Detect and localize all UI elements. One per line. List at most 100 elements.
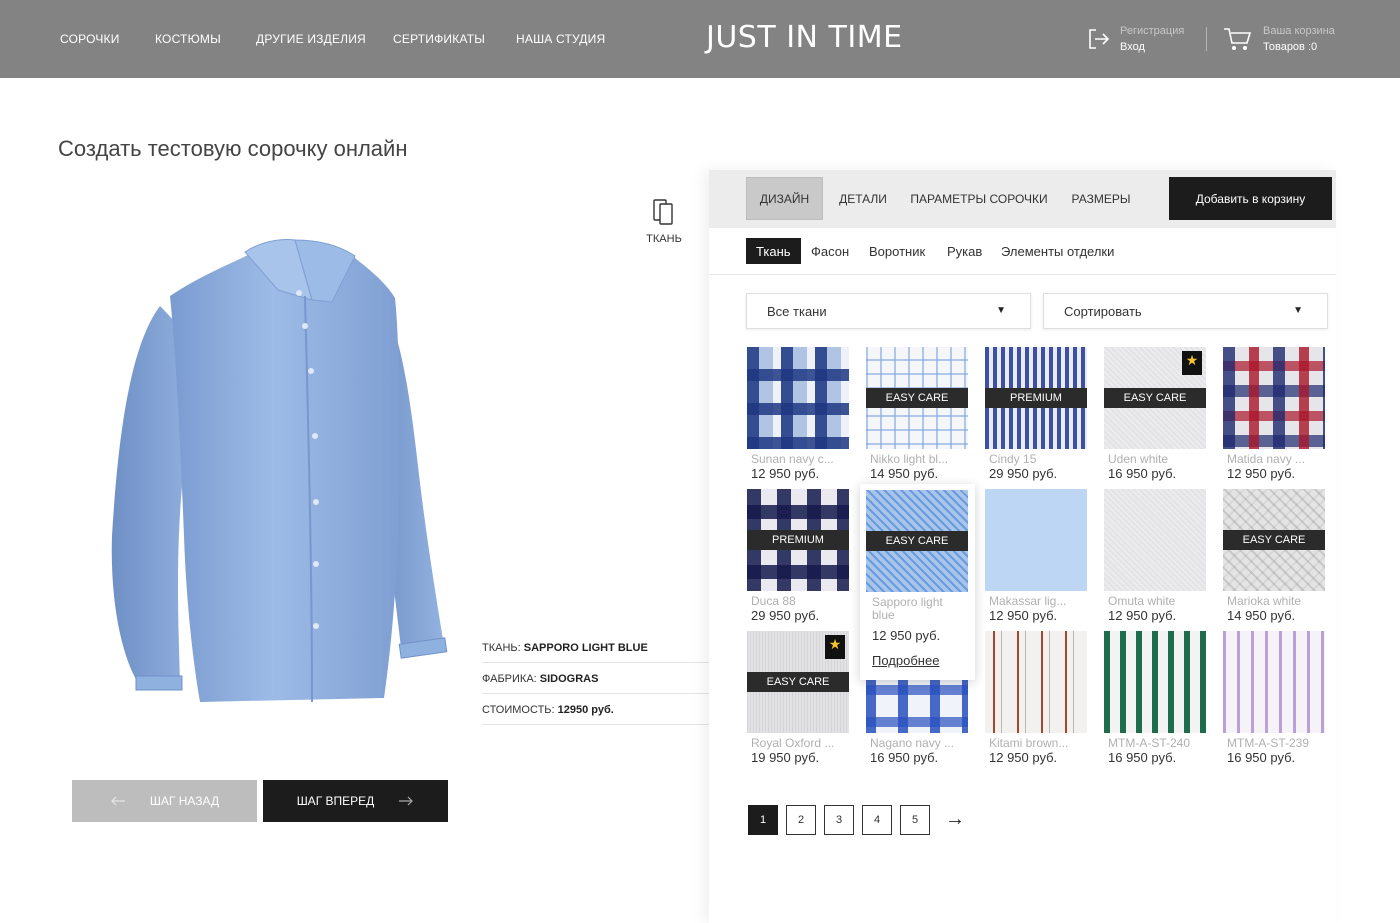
fabric-price: 16 950 руб. (1227, 750, 1296, 765)
nav-suits[interactable]: КОСТЮМЫ (155, 32, 221, 46)
fabric-swatch[interactable] (985, 489, 1087, 591)
shirt-preview (100, 236, 460, 716)
fabric-swatch[interactable]: EASY CARE ★ (1104, 347, 1206, 449)
fabric-tile[interactable]: MTM-A-ST-239 16 950 руб. (1223, 631, 1325, 767)
fabric-price: 16 950 руб. (1108, 466, 1177, 481)
fabric-swatch[interactable]: PREMIUM (747, 489, 849, 591)
tabs-bar: ДИЗАЙН ДЕТАЛИ ПАРАМЕТРЫ СОРОЧКИ РАЗМЕРЫ … (709, 170, 1336, 228)
fabric-tile[interactable]: Kitami brown... 12 950 руб. (985, 631, 1087, 767)
fabric-swatch[interactable] (1223, 347, 1325, 449)
info-factory-label: ФАБРИКА: (482, 673, 540, 685)
fabric-tile[interactable]: EASY CARE ★ Uden white 16 950 руб. (1104, 347, 1206, 483)
subtab-collar[interactable]: Воротник (869, 238, 925, 264)
fabric-price: 12 950 руб. (1108, 608, 1177, 623)
fabric-price: 29 950 руб. (989, 466, 1058, 481)
sort-value: Сортировать (1064, 303, 1142, 319)
fabric-tile[interactable]: Sunan navy c... 12 950 руб. (747, 347, 849, 483)
fabric-badge: PREMIUM (747, 530, 849, 550)
fabric-tile[interactable]: PREMIUM Duca 88 29 950 руб. (747, 489, 849, 625)
cart-link[interactable]: Ваша корзина (1263, 25, 1335, 37)
subtabs-divider (709, 274, 1336, 275)
fabric-swatch[interactable]: EASY CARE (866, 347, 968, 449)
tab-shirt-parameters[interactable]: ПАРАМЕТРЫ СОРОЧКИ (909, 177, 1049, 220)
page-1-button[interactable]: 1 (748, 805, 778, 835)
fabric-tile[interactable]: EASY CARE Nikko light bl... 14 950 руб. (866, 347, 968, 483)
nav-our-studio[interactable]: НАША СТУДИЯ (516, 32, 605, 46)
fabric-tile[interactable]: PREMIUM Cindy 15 29 950 руб. (985, 347, 1087, 483)
fabric-price: 29 950 руб. (751, 608, 820, 623)
page-3-button[interactable]: 3 (824, 805, 854, 835)
fabric-badge: EASY CARE (1104, 388, 1206, 408)
fabric-name: Matida navy ... (1227, 452, 1306, 466)
nav-shirts[interactable]: СОРОЧКИ (60, 32, 120, 46)
subtab-style[interactable]: Фасон (811, 238, 849, 264)
arrow-right-icon (399, 796, 414, 806)
fabric-tile[interactable]: Makassar lig... 12 950 руб. (985, 489, 1087, 625)
page-4-button[interactable]: 4 (862, 805, 892, 835)
step-back-button[interactable]: ШАГ НАЗАД (72, 780, 257, 822)
fabric-control[interactable]: ТКАНЬ (640, 198, 688, 245)
subtab-fabric[interactable]: Ткань (746, 238, 801, 264)
subtab-sleeve[interactable]: Рукав (947, 238, 982, 264)
fabric-name: Makassar lig... (989, 594, 1067, 608)
info-fabric-value: SAPPORO LIGHT BLUE (523, 642, 648, 654)
fabric-tile[interactable]: Omuta white 12 950 руб. (1104, 489, 1206, 625)
tab-sizes[interactable]: РАЗМЕРЫ (1065, 177, 1137, 220)
nav-certificates[interactable]: СЕРТИФИКАТЫ (393, 32, 485, 46)
fabric-badge: EASY CARE (866, 388, 968, 408)
fabric-swatch[interactable] (1104, 631, 1206, 733)
step-back-label: ШАГ НАЗАД (149, 794, 220, 808)
fabric-tile[interactable]: MTM-A-ST-240 16 950 руб. (1104, 631, 1206, 767)
fabric-name: Royal Oxford ... (751, 736, 835, 750)
more-details-link[interactable]: Подробнее (872, 653, 939, 668)
fabric-price: 14 950 руб. (1227, 608, 1296, 623)
fabric-swatch[interactable]: EASY CARE (866, 490, 968, 592)
fabric-swatch[interactable] (747, 347, 849, 449)
fabric-swatch[interactable]: EASY CARE ★ (747, 631, 849, 733)
fabric-swatch[interactable] (985, 631, 1087, 733)
fabric-name: Marioka white (1227, 594, 1302, 608)
site-logo[interactable]: JUST IN TIME (706, 20, 903, 55)
fabric-filter-select[interactable]: Все ткани ▼ (746, 293, 1031, 329)
arrow-right-icon[interactable]: → (945, 808, 965, 831)
fabric-swatch[interactable] (1223, 631, 1325, 733)
fabric-badge: EASY CARE (1223, 530, 1325, 550)
fabric-badge: PREMIUM (985, 388, 1087, 408)
fabric-swatch[interactable]: EASY CARE (1223, 489, 1325, 591)
sort-select[interactable]: Сортировать ▼ (1043, 293, 1328, 329)
header-divider (1206, 27, 1207, 51)
subtab-trim[interactable]: Элементы отделки (1001, 238, 1114, 264)
premium-star-icon: ★ (825, 635, 845, 659)
fabric-name: Omuta white (1108, 594, 1176, 608)
fabric-name: Kitami brown... (989, 736, 1069, 750)
register-link[interactable]: Регистрация (1120, 25, 1184, 37)
page-2-button[interactable]: 2 (786, 805, 816, 835)
login-icon[interactable] (1086, 26, 1112, 52)
add-to-cart-button[interactable]: Добавить в корзину (1169, 177, 1332, 220)
fabric-price: 12 950 руб. (989, 750, 1058, 765)
fabric-hover-card[interactable]: EASY CARE Sapporo light blue 12 950 руб.… (860, 484, 975, 680)
info-factory: ФАБРИКА: SIDOGRAS (482, 673, 710, 694)
fabric-tile[interactable]: Matida navy ... 12 950 руб. (1223, 347, 1325, 483)
fabric-swatch[interactable]: PREMIUM (985, 347, 1087, 449)
fabric-name: Sapporo light blue (872, 595, 943, 622)
step-forward-button[interactable]: ШАГ ВПЕРЕД (263, 780, 448, 822)
fabric-badge: EASY CARE (866, 531, 968, 551)
tab-design[interactable]: ДИЗАЙН (746, 177, 823, 220)
tab-details[interactable]: ДЕТАЛИ (833, 177, 893, 220)
login-link[interactable]: Вход (1120, 41, 1145, 53)
cart-count: Товаров :0 (1263, 41, 1318, 53)
fabric-swatch[interactable] (1104, 489, 1206, 591)
fabric-tile[interactable]: EASY CARE ★ Royal Oxford ... 19 950 руб. (747, 631, 849, 767)
fabric-name: MTM-A-ST-239 (1227, 736, 1310, 750)
cart-icon[interactable] (1222, 26, 1252, 52)
fabric-name: Nikko light bl... (870, 452, 949, 466)
page-5-button[interactable]: 5 (900, 805, 930, 835)
nav-other-products[interactable]: ДРУГИЕ ИЗДЕЛИЯ (256, 32, 366, 46)
step-forward-label: ШАГ ВПЕРЕД (296, 794, 375, 808)
caret-down-icon: ▼ (996, 305, 1006, 316)
fabric-tile[interactable]: EASY CARE Marioka white 14 950 руб. (1223, 489, 1325, 625)
fabric-price: 12 950 руб. (1227, 466, 1296, 481)
info-price: СТОИМОСТЬ: 12950 руб. (482, 704, 710, 725)
fabric-filter-value: Все ткани (767, 303, 827, 319)
